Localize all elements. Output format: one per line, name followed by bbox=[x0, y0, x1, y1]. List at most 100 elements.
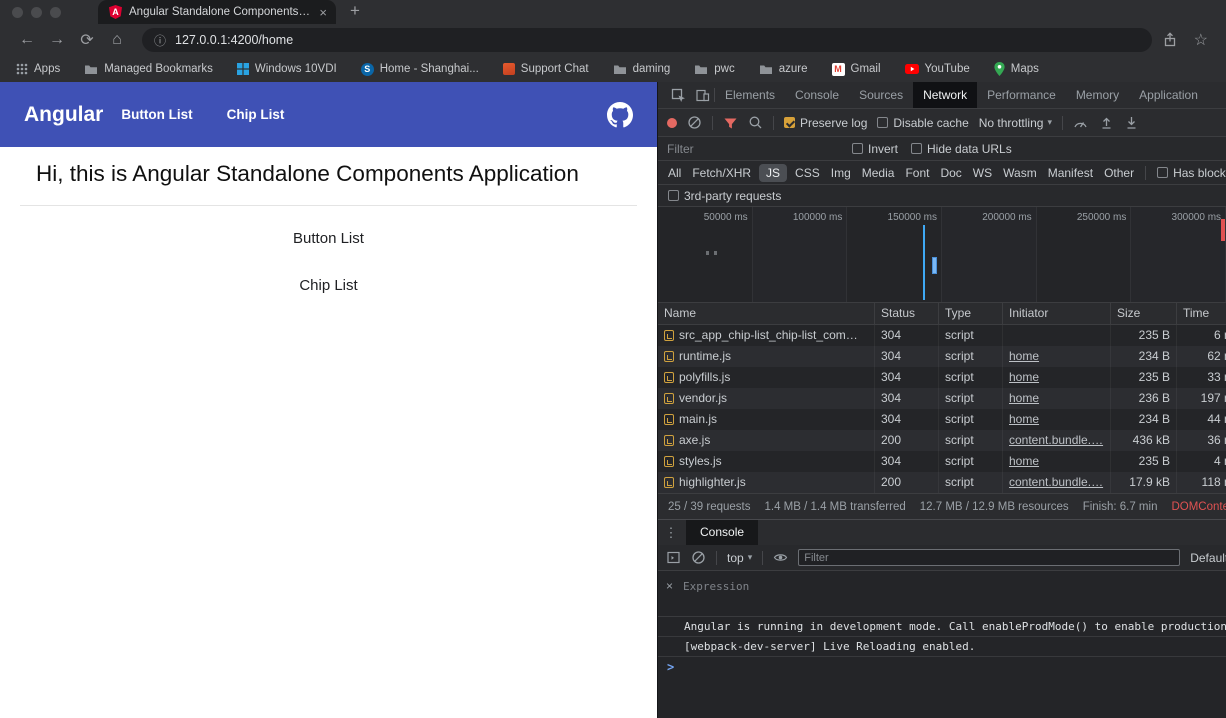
request-initiator-link[interactable]: home bbox=[1003, 346, 1111, 367]
type-filter-css[interactable]: CSS bbox=[795, 166, 820, 180]
back-icon[interactable]: ← bbox=[12, 31, 42, 49]
import-har-icon[interactable] bbox=[1099, 115, 1114, 130]
tab-elements[interactable]: Elements bbox=[715, 82, 785, 108]
minimize-window-button[interactable] bbox=[31, 7, 42, 18]
column-name[interactable]: Name bbox=[658, 303, 875, 324]
console-filter-input[interactable] bbox=[798, 549, 1180, 566]
bookmark-gmail[interactable]: M Gmail bbox=[832, 63, 881, 76]
bookmark-pwc[interactable]: pwc bbox=[694, 63, 734, 75]
tab-performance[interactable]: Performance bbox=[977, 82, 1066, 108]
address-bar[interactable]: ⓘ 127.0.0.1:4200/home bbox=[142, 28, 1152, 52]
browser-tab[interactable]: A Angular Standalone Components Applicat… bbox=[98, 0, 336, 24]
bookmark-star-icon[interactable]: ☆ bbox=[1194, 30, 1208, 50]
network-conditions-icon[interactable] bbox=[1073, 116, 1089, 130]
link-button-list[interactable]: Button List bbox=[0, 230, 657, 247]
column-time[interactable]: Time bbox=[1177, 303, 1226, 324]
type-filter-font[interactable]: Font bbox=[905, 166, 929, 180]
default-levels-select[interactable]: Default levels bbox=[1190, 551, 1226, 565]
table-row[interactable]: main.js 304 script home 234 B 44 ms bbox=[658, 409, 1226, 430]
inspect-element-icon[interactable] bbox=[666, 88, 690, 103]
nav-button-list[interactable]: Button List bbox=[121, 107, 192, 122]
nav-chip-list[interactable]: Chip List bbox=[227, 107, 285, 122]
bookmark-windows-10vdi[interactable]: Windows 10VDI bbox=[237, 63, 337, 75]
disable-cache-checkbox[interactable]: Disable cache bbox=[877, 116, 968, 130]
bookmark-home-shanghai[interactable]: S Home - Shanghai... bbox=[361, 63, 479, 76]
bookmark-managed-bookmarks[interactable]: Managed Bookmarks bbox=[84, 63, 213, 75]
preserve-log-checkbox[interactable]: Preserve log bbox=[784, 116, 867, 130]
console-sidebar-icon[interactable] bbox=[666, 550, 681, 565]
filter-funnel-icon[interactable] bbox=[723, 116, 738, 130]
home-icon[interactable]: ⌂ bbox=[102, 31, 132, 49]
tab-sources[interactable]: Sources bbox=[849, 82, 913, 108]
type-filter-img[interactable]: Img bbox=[831, 166, 851, 180]
request-initiator-link[interactable]: home bbox=[1003, 367, 1111, 388]
request-initiator-link[interactable]: content.bundle.… bbox=[1003, 430, 1111, 451]
type-filter-ws[interactable]: WS bbox=[973, 166, 992, 180]
bookmark-azure[interactable]: azure bbox=[759, 63, 808, 75]
drawer-tab-console[interactable]: Console bbox=[686, 520, 758, 545]
tab-console[interactable]: Console bbox=[785, 82, 849, 108]
device-toolbar-icon[interactable] bbox=[690, 88, 714, 103]
tab-network[interactable]: Network bbox=[913, 82, 977, 108]
network-timeline-overview[interactable]: 50000 ms 100000 ms 150000 ms 200000 ms 2… bbox=[658, 207, 1226, 303]
bookmark-youtube[interactable]: YouTube bbox=[905, 63, 970, 75]
search-icon[interactable] bbox=[748, 115, 763, 130]
throttling-select[interactable]: No throttling ▾ bbox=[979, 116, 1052, 130]
close-expression-icon[interactable]: × bbox=[666, 579, 673, 593]
bookmark-label: Windows 10VDI bbox=[255, 63, 337, 75]
request-initiator-link[interactable]: home bbox=[1003, 388, 1111, 409]
type-filter-manifest[interactable]: Manifest bbox=[1048, 166, 1093, 180]
type-filter-other[interactable]: Other bbox=[1104, 166, 1134, 180]
more-options-icon[interactable]: ⋮ bbox=[664, 525, 678, 541]
column-initiator[interactable]: Initiator bbox=[1003, 303, 1111, 324]
live-expression-editor[interactable]: × Expression bbox=[658, 571, 1226, 617]
reload-icon[interactable]: ⟳ bbox=[72, 30, 102, 50]
export-har-icon[interactable] bbox=[1124, 115, 1139, 130]
invert-checkbox[interactable]: Invert bbox=[852, 142, 898, 156]
table-row[interactable]: highlighter.js 200 script content.bundle… bbox=[658, 472, 1226, 493]
share-icon[interactable] bbox=[1162, 32, 1178, 48]
table-row[interactable]: src_app_chip-list_chip-list_com… 304 scr… bbox=[658, 325, 1226, 346]
column-size[interactable]: Size bbox=[1111, 303, 1177, 324]
column-status[interactable]: Status bbox=[875, 303, 939, 324]
third-party-checkbox[interactable]: 3rd-party requests bbox=[668, 189, 781, 203]
table-row[interactable]: vendor.js 304 script home 236 B 197 ms bbox=[658, 388, 1226, 409]
bookmark-apps[interactable]: Apps bbox=[16, 63, 60, 75]
bookmark-support-chat[interactable]: Support Chat bbox=[503, 63, 589, 75]
column-type[interactable]: Type bbox=[939, 303, 1003, 324]
clear-console-icon[interactable] bbox=[691, 550, 706, 565]
request-initiator-link[interactable]: home bbox=[1003, 451, 1111, 472]
request-initiator-link[interactable]: content.bundle.… bbox=[1003, 472, 1111, 493]
close-tab-icon[interactable]: × bbox=[319, 6, 327, 19]
bookmark-maps[interactable]: Maps bbox=[994, 62, 1039, 76]
github-icon[interactable] bbox=[607, 102, 633, 128]
type-filter-all[interactable]: All bbox=[668, 166, 681, 180]
site-info-icon[interactable]: ⓘ bbox=[154, 32, 166, 49]
console-context-select[interactable]: top ▾ bbox=[727, 551, 752, 565]
link-chip-list[interactable]: Chip List bbox=[0, 277, 657, 294]
network-filter-input[interactable] bbox=[667, 142, 839, 156]
new-tab-button[interactable]: + bbox=[350, 1, 360, 21]
type-filter-doc[interactable]: Doc bbox=[940, 166, 961, 180]
table-row[interactable]: polyfills.js 304 script home 235 B 33 ms bbox=[658, 367, 1226, 388]
type-filter-fetch-xhr[interactable]: Fetch/XHR bbox=[692, 166, 751, 180]
hide-data-urls-checkbox[interactable]: Hide data URLs bbox=[911, 142, 1012, 156]
request-initiator-link[interactable]: home bbox=[1003, 409, 1111, 430]
table-row[interactable]: axe.js 200 script content.bundle.… 436 k… bbox=[658, 430, 1226, 451]
live-expression-eye-icon[interactable] bbox=[773, 550, 788, 565]
tab-memory[interactable]: Memory bbox=[1066, 82, 1129, 108]
type-filter-wasm[interactable]: Wasm bbox=[1003, 166, 1037, 180]
type-filter-media[interactable]: Media bbox=[862, 166, 895, 180]
has-blocked-cookies-checkbox[interactable]: Has blocked cookies bbox=[1157, 166, 1226, 180]
forward-icon[interactable]: → bbox=[42, 31, 72, 49]
console-input-line[interactable]: > bbox=[658, 657, 1226, 677]
table-row[interactable]: styles.js 304 script home 235 B 4 ms bbox=[658, 451, 1226, 472]
close-window-button[interactable] bbox=[12, 7, 23, 18]
zoom-window-button[interactable] bbox=[50, 7, 61, 18]
table-row[interactable]: runtime.js 304 script home 234 B 62 ms bbox=[658, 346, 1226, 367]
tab-application[interactable]: Application bbox=[1129, 82, 1208, 108]
record-network-log-icon[interactable] bbox=[667, 118, 677, 128]
bookmark-daming[interactable]: daming bbox=[613, 63, 671, 75]
type-filter-js[interactable]: JS bbox=[759, 164, 787, 182]
clear-network-log-icon[interactable] bbox=[687, 115, 702, 130]
